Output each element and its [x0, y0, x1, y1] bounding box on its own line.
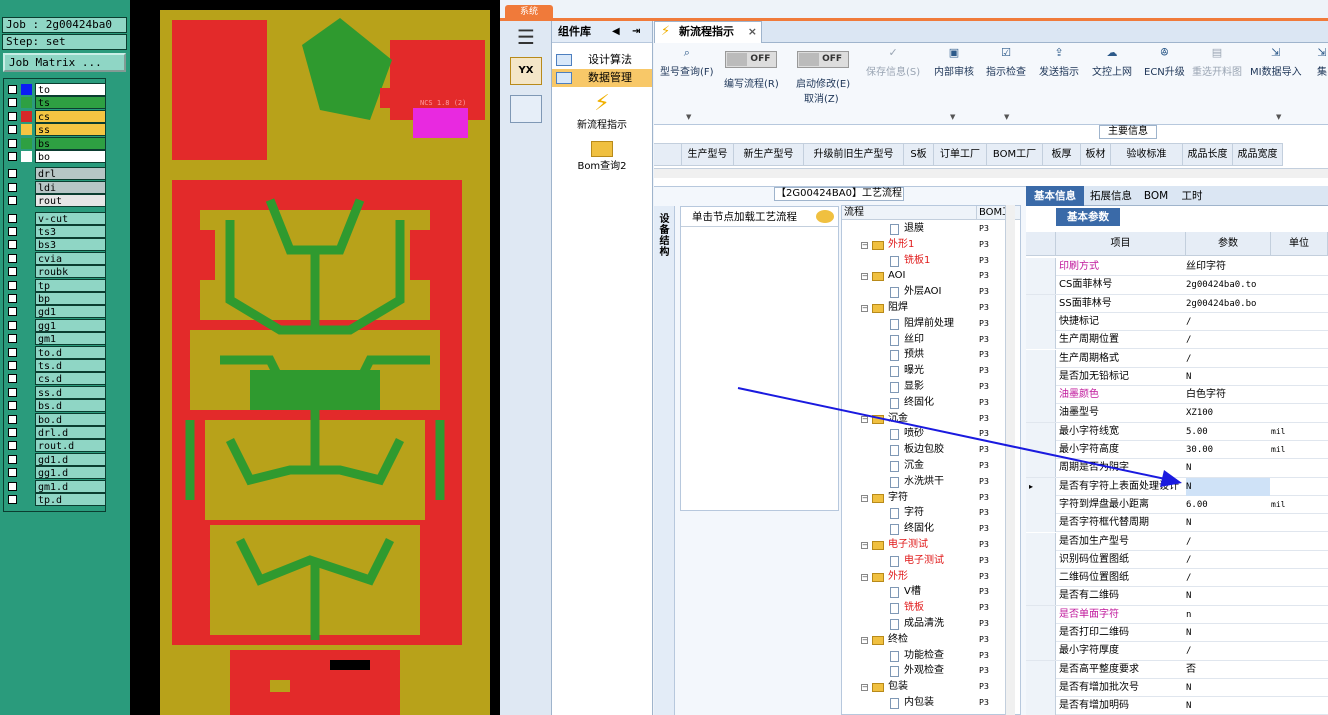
annotation-arrow: [737, 387, 1182, 487]
